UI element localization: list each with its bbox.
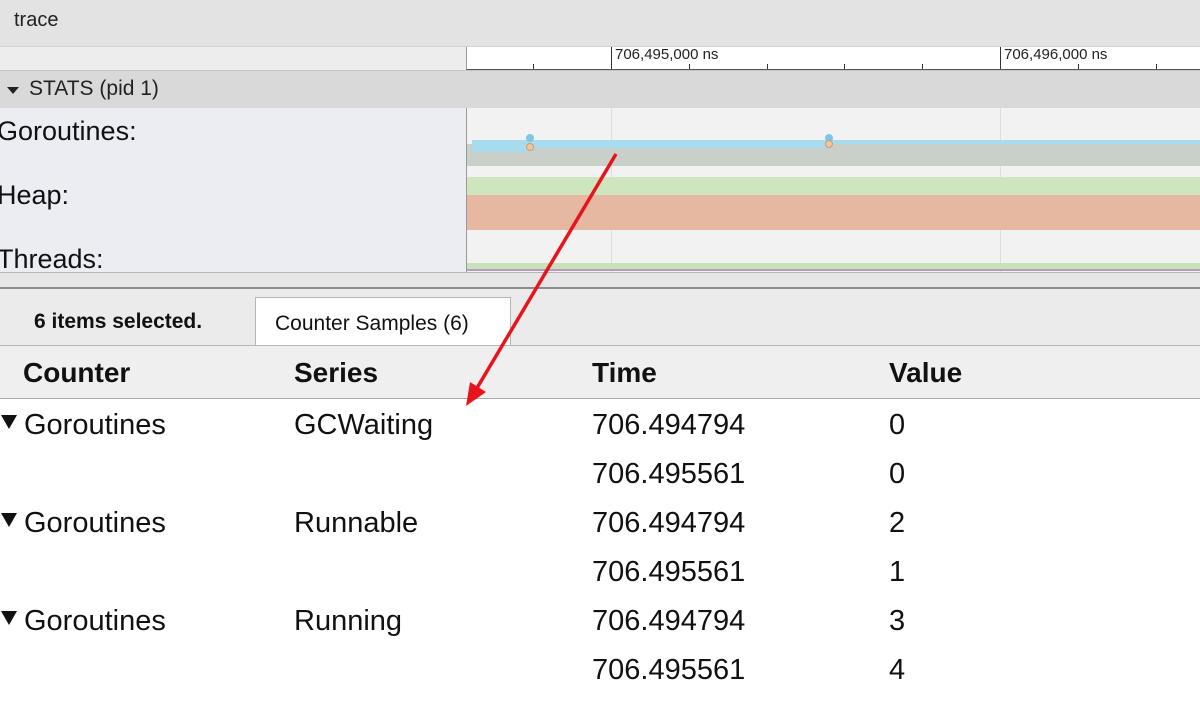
sample-marker-dot[interactable] <box>825 140 833 148</box>
process-label: STATS (pid 1) <box>29 77 159 100</box>
table-row[interactable]: Goroutines Runnable 706.494794 2 <box>0 499 1200 548</box>
goroutines-series-bar[interactable] <box>472 140 530 152</box>
sample-marker-dot[interactable] <box>526 134 534 142</box>
time-ruler[interactable]: 706,495,000 ns 706,496,000 ns <box>466 46 1200 70</box>
table-row[interactable]: 706.495561 0 <box>0 450 1200 499</box>
column-header-time[interactable]: Time <box>592 357 657 389</box>
analysis-tab-bar: 6 items selected. Counter Samples (6) <box>0 289 1200 346</box>
column-header-value[interactable]: Value <box>889 357 962 389</box>
goroutines-series-bar[interactable] <box>830 140 1200 144</box>
cell-value: 4 <box>889 654 906 686</box>
column-header-counter[interactable]: Counter <box>23 357 130 389</box>
window-title: trace <box>14 9 59 31</box>
sample-marker-dot[interactable] <box>526 143 534 151</box>
tab-counter-samples[interactable]: Counter Samples (6) <box>255 297 511 345</box>
tab-label: Counter Samples (6) <box>275 312 469 335</box>
cell-value: 1 <box>889 556 906 588</box>
expand-triangle-icon[interactable] <box>1 611 17 625</box>
ruler-minor-tick <box>533 64 534 69</box>
cell-value: 0 <box>889 409 906 441</box>
table-row[interactable]: 706.495561 4 <box>0 646 1200 695</box>
cell-series: Runnable <box>294 507 419 539</box>
ruler-spacer <box>0 47 466 70</box>
ruler-major-tick <box>1000 47 1001 69</box>
ruler-minor-tick <box>689 64 690 69</box>
table-row[interactable]: 706.495561 1 <box>0 548 1200 597</box>
cell-time[interactable]: 706.494794 <box>592 605 745 638</box>
cell-counter: Goroutines <box>24 605 166 637</box>
cell-time[interactable]: 706.495561 <box>592 556 745 589</box>
heap-orange-area[interactable] <box>467 195 1200 230</box>
heap-green-area[interactable] <box>467 177 1200 195</box>
goroutines-series-bar[interactable] <box>530 140 830 148</box>
counter-name-goroutines: Goroutines: <box>0 116 137 146</box>
window-title-bar: trace <box>0 0 1200 47</box>
threads-series-bar[interactable] <box>467 269 1200 271</box>
cell-time[interactable]: 706.494794 <box>592 409 745 442</box>
cell-counter: Goroutines <box>24 409 166 441</box>
cell-value: 2 <box>889 507 906 539</box>
ruler-minor-tick <box>844 64 845 69</box>
cell-value: 0 <box>889 458 906 490</box>
ruler-minor-tick <box>767 64 768 69</box>
counter-name-threads: Threads: <box>0 244 104 272</box>
cell-value: 3 <box>889 605 906 637</box>
ruler-minor-tick <box>1156 64 1157 69</box>
expand-triangle-icon[interactable] <box>1 415 17 429</box>
counter-names-column: Goroutines: Heap: Threads: <box>0 108 467 272</box>
cell-time[interactable]: 706.494794 <box>592 507 745 540</box>
column-header-series[interactable]: Series <box>294 357 378 389</box>
ruler-minor-tick <box>1078 64 1079 69</box>
ruler-major-tick <box>611 47 612 69</box>
table-row[interactable]: Goroutines Running 706.494794 3 <box>0 597 1200 646</box>
table-header: Counter Series Time Value <box>0 346 1200 399</box>
cell-series: Running <box>294 605 403 637</box>
table-row[interactable]: Goroutines GCWaiting 706.494794 0 <box>0 401 1200 450</box>
process-header[interactable]: STATS (pid 1) <box>0 70 1200 109</box>
cell-time[interactable]: 706.495561 <box>592 654 745 687</box>
collapse-triangle-icon[interactable] <box>7 87 19 94</box>
counter-name-heap: Heap: <box>0 180 70 210</box>
ruler-label: 706,496,000 ns <box>1004 46 1108 63</box>
counter-tracks[interactable] <box>467 108 1200 272</box>
cell-counter: Goroutines <box>24 507 166 539</box>
ruler-minor-tick <box>922 64 923 69</box>
panel-splitter[interactable] <box>0 272 1200 289</box>
ruler-label: 706,495,000 ns <box>615 46 719 63</box>
selection-summary: 6 items selected. <box>34 310 203 333</box>
cell-series: GCWaiting <box>294 409 434 441</box>
counter-samples-table: Counter Series Time Value Goroutines GCW… <box>0 346 1200 712</box>
cell-time[interactable]: 706.495561 <box>592 458 745 491</box>
expand-triangle-icon[interactable] <box>1 513 17 527</box>
